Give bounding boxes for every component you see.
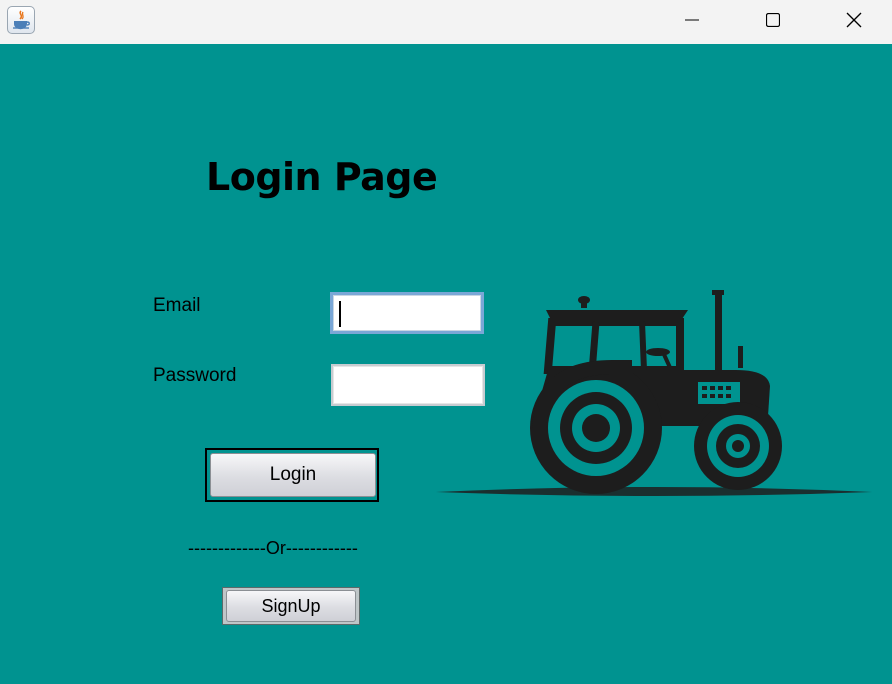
maximize-button[interactable] (750, 0, 796, 40)
java-app-icon (7, 6, 35, 34)
signup-button-border: SignUp (222, 587, 360, 625)
page-title: Login Page (206, 155, 438, 199)
minimize-icon (685, 19, 699, 21)
tractor-icon (436, 290, 872, 496)
signup-button[interactable]: SignUp (226, 590, 356, 622)
minimize-button[interactable] (669, 0, 715, 40)
email-label: Email (153, 295, 201, 316)
login-button[interactable]: Login (210, 453, 376, 497)
title-bar (0, 0, 892, 44)
login-panel: Login Page Email Password Login --------… (0, 44, 892, 684)
maximize-icon (766, 13, 780, 27)
password-label: Password (153, 365, 237, 386)
close-icon (846, 12, 862, 28)
app-window: Login Page Email Password Login --------… (0, 0, 892, 684)
login-button-focus-border: Login (205, 448, 379, 502)
text-caret (339, 301, 341, 327)
close-button[interactable] (831, 0, 877, 40)
or-separator: -------------Or------------ (188, 538, 358, 558)
